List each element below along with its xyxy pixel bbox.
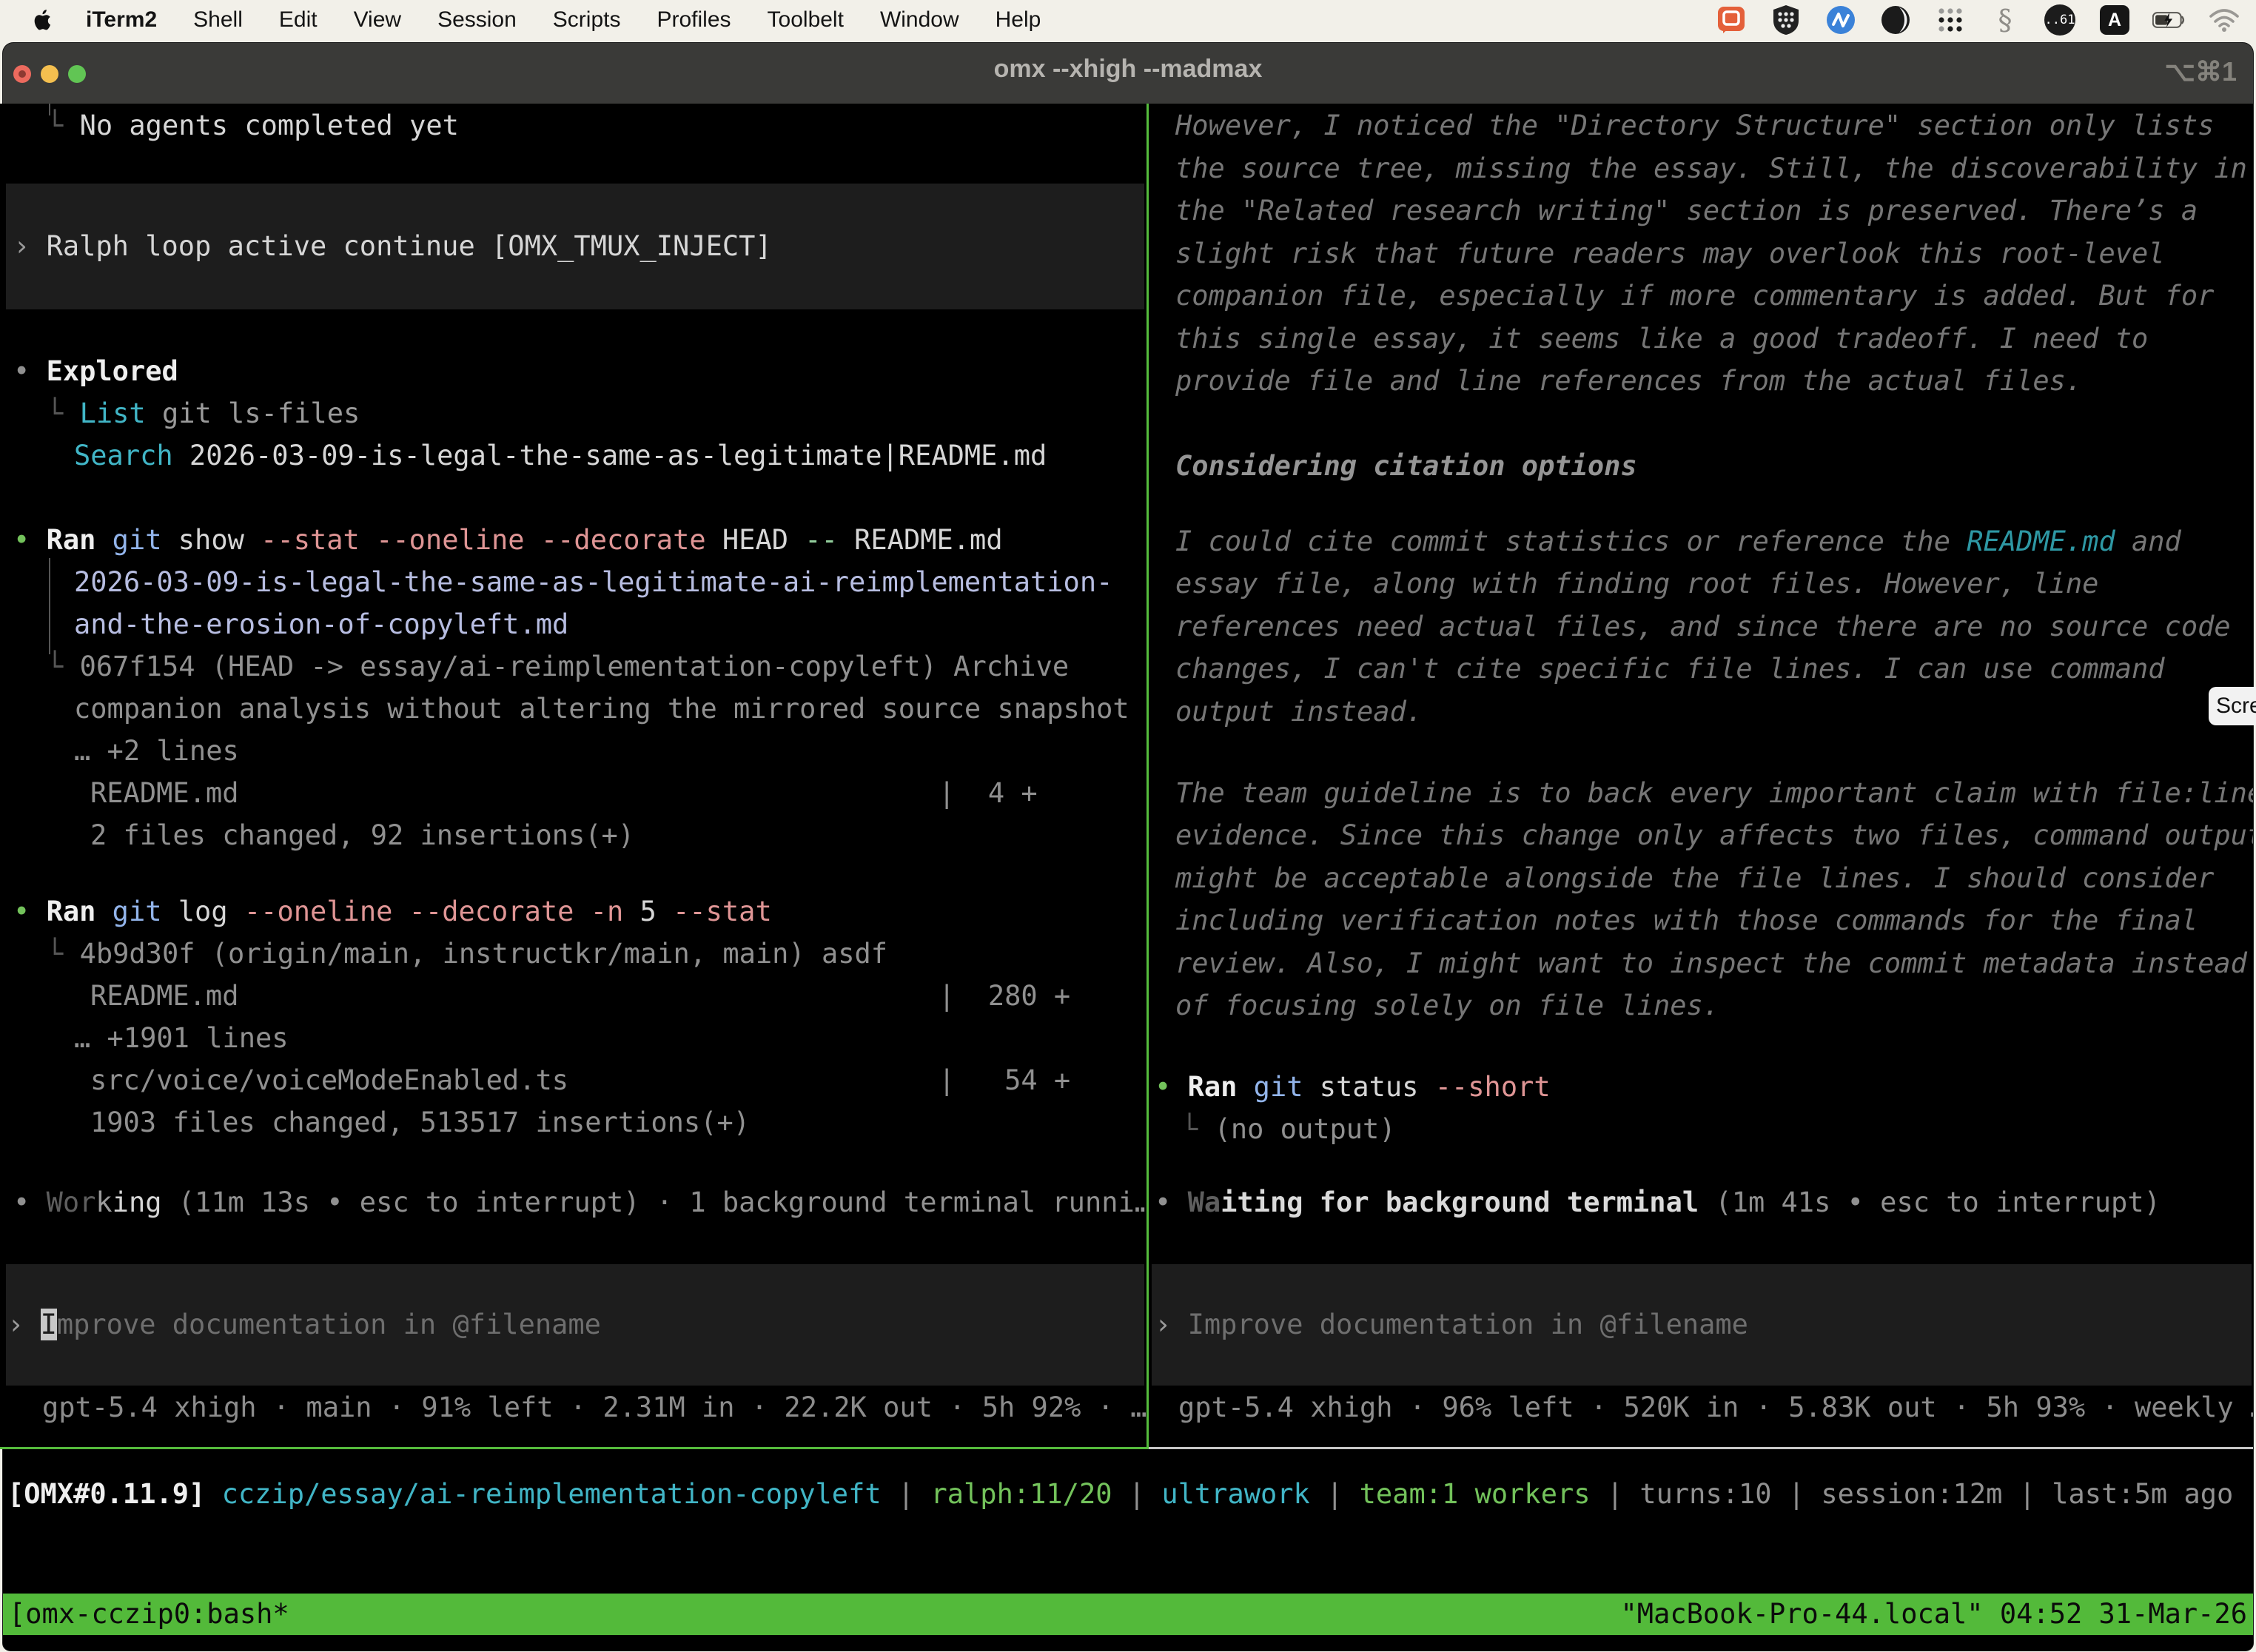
- thinking-paragraph-line: references need actual files, and since …: [1175, 611, 2231, 643]
- thinking-paragraph-line: provide file and line references from th…: [1175, 365, 2082, 397]
- menu-status-icons: § ..61 A: [1714, 3, 2256, 37]
- inactive-pane-border: [1149, 1447, 2253, 1449]
- team-workers-badge: team:1 workers: [1360, 1478, 1591, 1510]
- sync-badge-icon[interactable]: [1824, 3, 1858, 37]
- thinking-paragraph-line: The team guideline is to back every impo…: [1175, 777, 2253, 810]
- thinking-paragraph-line: companion file, especially if more comme…: [1175, 280, 2214, 312]
- input-source-label: A: [2100, 5, 2129, 35]
- counter-badge-icon[interactable]: ..61: [2043, 3, 2077, 37]
- thinking-paragraph-line: the source tree, missing the essay. Stil…: [1175, 152, 2247, 185]
- diffstat-summary-row: 1903 files changed, 513517 insertions(+): [90, 1107, 750, 1139]
- tmux-host-clock: "MacBook-Pro-44.local" 04:52 31-Mar-26: [1621, 1598, 2247, 1631]
- waiting-status-row: • Waiting for background terminal (1m 41…: [1155, 1186, 2161, 1219]
- macos-menu-bar: iTerm2 Shell Edit View Session Scripts P…: [0, 0, 2256, 40]
- menu-item-toolbelt[interactable]: Toolbelt: [768, 7, 844, 33]
- omx-branch-path: cczip/essay/ai-reimplementation-copyleft: [222, 1478, 882, 1510]
- explored-search-row: Search 2026-03-09-is-legal-the-same-as-l…: [74, 440, 1047, 472]
- menu-item-scripts[interactable]: Scripts: [553, 7, 621, 33]
- thinking-paragraph-line: changes, I can't cite specific file line…: [1175, 653, 2165, 685]
- shield-keypad-icon[interactable]: [1769, 3, 1803, 37]
- counter-badge-label: ..61: [2044, 4, 2075, 36]
- commit-file-path-row: 2026-03-09-is-legal-the-same-as-legitima…: [74, 566, 1112, 599]
- tree-line: [49, 558, 50, 654]
- git-status-command-row: • Ran git status --short: [1155, 1071, 1551, 1104]
- menu-item-help[interactable]: Help: [996, 7, 1041, 33]
- session-stats-row: gpt-5.4 xhigh · main · 91% left · 2.31M …: [42, 1391, 1147, 1424]
- ralph-counter: ralph:11/20: [930, 1478, 1112, 1510]
- thinking-paragraph-line: essay file, along with finding root file…: [1175, 568, 2098, 600]
- thinking-paragraph-line: review. Also, I might want to inspect th…: [1175, 947, 2247, 980]
- thinking-paragraph-line: the "Related research writing" section i…: [1175, 195, 2198, 227]
- menu-item-iterm2[interactable]: iTerm2: [86, 7, 157, 33]
- collapsed-lines-row[interactable]: … +2 lines: [74, 735, 239, 768]
- menu-item-window[interactable]: Window: [880, 7, 959, 33]
- thinking-paragraph-line: slight risk that future readers may over…: [1175, 238, 2165, 270]
- thinking-paragraph-line: of focusing solely on file lines.: [1175, 990, 1719, 1022]
- pane-divider[interactable]: [1147, 104, 1149, 1448]
- diffstat-row: README.md| 280 +: [90, 980, 238, 1013]
- prompt-input-row[interactable]: › Improve documentation in @filename: [7, 1309, 601, 1341]
- battery-icon[interactable]: [2152, 3, 2186, 37]
- window-title: omx --xhigh --madmax: [0, 55, 2256, 84]
- thinking-paragraph-line: I could cite commit statistics or refere…: [1175, 526, 2181, 558]
- commit-file-path-row: and-the-erosion-of-copyleft.md: [74, 608, 568, 641]
- diffstat-row: src/voice/voiceModeEnabled.ts| 54 +: [90, 1064, 568, 1097]
- thinking-paragraph-line: output instead.: [1175, 696, 1423, 728]
- window-shortcut-badge: ⌥⌘1: [2164, 56, 2237, 87]
- explored-row: • Explored: [13, 355, 178, 388]
- git-show-output-row: └ 067f154 (HEAD -> essay/ai-reimplementa…: [47, 651, 1069, 683]
- menu-item-edit[interactable]: Edit: [279, 7, 318, 33]
- menu-item-view[interactable]: View: [354, 7, 401, 33]
- omx-status-bar: [OMX#0.11.9] cczip/essay/ai-reimplementa…: [7, 1478, 2233, 1511]
- clock-pie-icon[interactable]: [1879, 3, 1913, 37]
- menu-items: iTerm2 Shell Edit View Session Scripts P…: [86, 7, 1041, 33]
- thinking-heading: Considering citation options: [1175, 450, 1637, 483]
- tmux-status-bar: [omx-cczip0:bash* "MacBook-Pro-44.local"…: [3, 1594, 2253, 1635]
- right-agent-pane[interactable]: However, I noticed the "Directory Struct…: [1149, 104, 2253, 1448]
- git-show-command-row: • Ran git show --stat --oneline --decora…: [13, 524, 1003, 557]
- wifi-icon[interactable]: [2207, 3, 2241, 37]
- diffstat-summary-row: 2 files changed, 92 insertions(+): [90, 819, 634, 852]
- menu-item-shell[interactable]: Shell: [193, 7, 243, 33]
- screen-share-tab[interactable]: Scre: [2209, 687, 2256, 725]
- text-cursor: I: [41, 1309, 57, 1340]
- no-agents-row: └ No agents completed yet: [47, 110, 459, 142]
- screen: iTerm2 Shell Edit View Session Scripts P…: [0, 0, 2256, 1652]
- tmux-session-label[interactable]: [omx-cczip0:bash*: [9, 1598, 289, 1631]
- git-log-command-row: • Ran git log --oneline --decorate -n 5 …: [13, 896, 772, 928]
- thinking-paragraph-line: this single essay, it seems like a good …: [1175, 323, 2148, 355]
- working-status-row: • Working (11m 13s • esc to interrupt) ·…: [13, 1186, 1147, 1219]
- apple-menu-icon[interactable]: [33, 7, 55, 33]
- input-source-icon[interactable]: A: [2098, 3, 2132, 37]
- squiggle-icon[interactable]: §: [1988, 3, 2022, 37]
- explored-list-row: └ List git ls-files: [47, 397, 360, 430]
- menu-item-session[interactable]: Session: [437, 7, 517, 33]
- dots-grid-icon[interactable]: [1933, 3, 1967, 37]
- messages-icon[interactable]: [1714, 3, 1748, 37]
- thinking-paragraph-line: including verification notes with those …: [1175, 904, 2198, 937]
- active-pane-border: [0, 1447, 1149, 1449]
- left-agent-pane[interactable]: └ No agents completed yet › Ralph loop a…: [0, 104, 1147, 1448]
- diffstat-row: README.md| 4 +: [90, 777, 238, 810]
- git-show-output-row: companion analysis without altering the …: [74, 693, 1129, 725]
- thinking-paragraph-line: evidence. Since this change only affects…: [1175, 819, 2253, 852]
- ultrawork-badge: ultrawork: [1161, 1478, 1309, 1510]
- collapsed-lines-row[interactable]: … +1901 lines: [74, 1022, 289, 1055]
- ralph-row: › Ralph loop active continue [OMX_TMUX_I…: [13, 230, 772, 263]
- no-output-row: └ (no output): [1181, 1113, 1396, 1146]
- git-log-output-row: └ 4b9d30f (origin/main, instructkr/main,…: [47, 938, 887, 970]
- session-stats-row: gpt-5.4 xhigh · 96% left · 520K in · 5.8…: [1178, 1391, 2253, 1424]
- thinking-paragraph-line: might be acceptable alongside the file l…: [1175, 862, 2214, 895]
- prompt-input-row[interactable]: › Improve documentation in @filename: [1155, 1309, 1748, 1341]
- thinking-paragraph-line: However, I noticed the "Directory Struct…: [1175, 110, 2214, 142]
- menu-item-profiles[interactable]: Profiles: [657, 7, 731, 33]
